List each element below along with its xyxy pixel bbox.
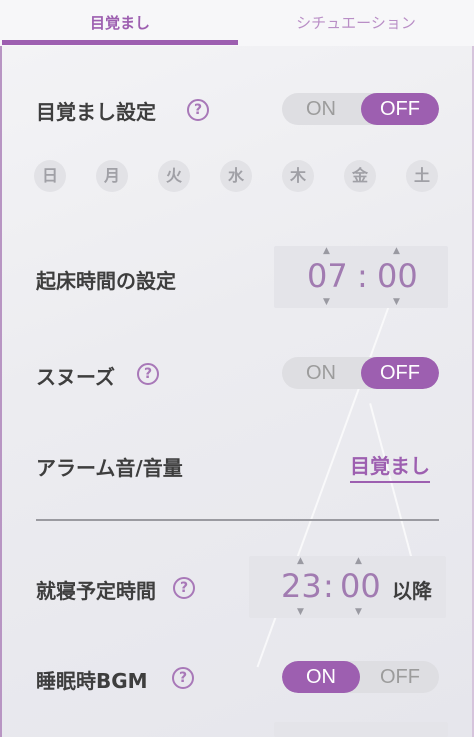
alarm-toggle[interactable]: ON OFF <box>282 93 439 125</box>
snooze-toggle[interactable]: ON OFF <box>282 357 439 389</box>
wake-hour-up-icon[interactable]: ▲ <box>323 246 330 256</box>
bed-minute-value[interactable]: 00 <box>340 567 381 605</box>
wake-minute-down-icon[interactable]: ▼ <box>393 297 400 307</box>
day-wednesday[interactable]: 水 <box>220 160 252 192</box>
bedtime-suffix: 以降 <box>392 579 432 603</box>
bed-minute-up-icon[interactable]: ▲ <box>355 556 362 566</box>
sleep-bgm-toggle-on[interactable]: ON <box>282 661 360 693</box>
next-picker-partial[interactable] <box>274 722 448 737</box>
sleep-bgm-help-icon[interactable]: ? <box>172 667 194 689</box>
bedtime-separator: : <box>323 567 334 605</box>
day-saturday[interactable]: 土 <box>406 160 438 192</box>
alarm-toggle-on[interactable]: ON <box>282 93 360 125</box>
wake-time-separator: : <box>357 257 368 295</box>
wake-hour-value[interactable]: 07 <box>307 257 348 295</box>
bed-minute-down-icon[interactable]: ▼ <box>355 607 362 617</box>
tab-bar: 目覚まし シチュエーション <box>0 0 474 46</box>
bed-hour-down-icon[interactable]: ▼ <box>297 607 304 617</box>
snooze-toggle-on[interactable]: ON <box>282 357 360 389</box>
bed-hour-up-icon[interactable]: ▲ <box>297 556 304 566</box>
day-monday[interactable]: 月 <box>96 160 128 192</box>
alarm-sound-label: アラーム音/音量 <box>36 456 183 480</box>
active-tab-indicator <box>2 40 238 45</box>
bedtime-label: 就寝予定時間 <box>36 579 156 603</box>
alarm-sound-link[interactable]: 目覚まし <box>350 450 430 483</box>
bedtime-help-icon[interactable]: ? <box>173 577 195 599</box>
day-thursday[interactable]: 木 <box>282 160 314 192</box>
wake-minute-value[interactable]: 00 <box>377 257 418 295</box>
tab-situation[interactable]: シチュエーション <box>238 0 474 46</box>
wake-hour-down-icon[interactable]: ▼ <box>323 297 330 307</box>
sleep-bgm-toggle[interactable]: ON OFF <box>282 661 439 693</box>
day-friday[interactable]: 金 <box>344 160 376 192</box>
snooze-help-icon[interactable]: ? <box>137 363 159 385</box>
snooze-label: スヌーズ <box>36 365 115 389</box>
sleep-bgm-label: 睡眠時BGM <box>36 669 148 693</box>
sleep-bgm-toggle-off[interactable]: OFF <box>361 661 439 693</box>
alarm-toggle-off[interactable]: OFF <box>361 93 439 125</box>
day-tuesday[interactable]: 火 <box>158 160 190 192</box>
wake-time-label: 起床時間の設定 <box>36 269 176 293</box>
day-sunday[interactable]: 日 <box>34 160 66 192</box>
bed-hour-value[interactable]: 23 <box>281 567 322 605</box>
wake-minute-up-icon[interactable]: ▲ <box>393 246 400 256</box>
panel-border-left <box>0 46 2 737</box>
alarm-setting-label: 目覚まし設定 <box>36 100 156 124</box>
section-divider <box>36 519 439 521</box>
snooze-toggle-off[interactable]: OFF <box>361 357 439 389</box>
alarm-help-icon[interactable]: ? <box>187 99 209 121</box>
